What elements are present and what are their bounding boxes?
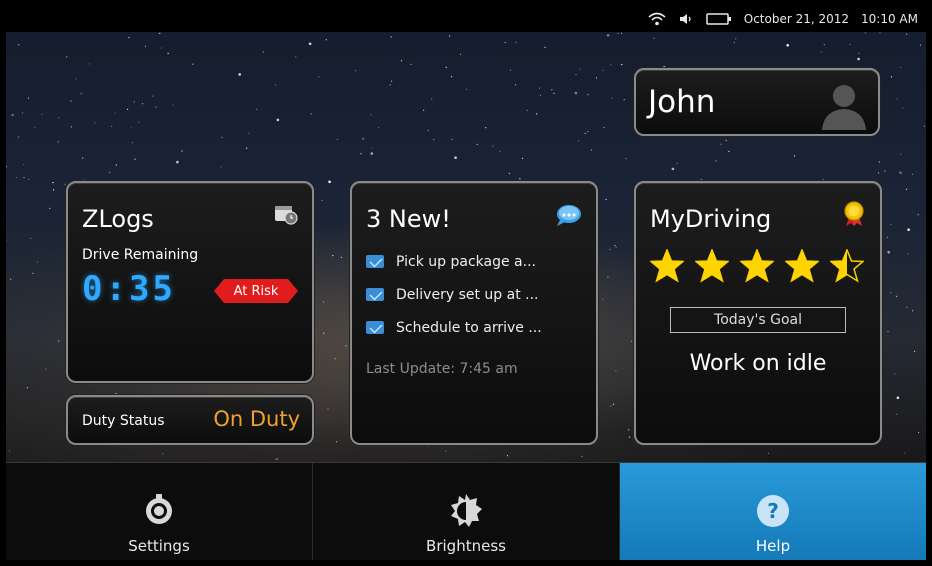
- duty-status-card[interactable]: Duty Status On Duty: [66, 395, 314, 445]
- at-risk-badge: At Risk: [214, 279, 298, 303]
- message-text: Pick up package a...: [396, 253, 536, 270]
- chat-bubble-icon: [554, 203, 582, 231]
- user-card[interactable]: John: [634, 68, 880, 136]
- settings-button[interactable]: Settings: [6, 463, 312, 560]
- drive-remaining-label: Drive Remaining: [82, 247, 199, 263]
- star-full-icon: [695, 249, 729, 283]
- mydriving-card[interactable]: MyDriving Today's Goal Work on idle: [634, 181, 882, 445]
- todays-goal-text: Work on idle: [689, 351, 827, 376]
- gear-icon: [141, 493, 177, 529]
- messages-card[interactable]: 3 New! Pick up package a... Delivery set…: [350, 181, 598, 445]
- duty-status-label: Duty Status: [82, 413, 165, 429]
- wifi-icon: [648, 12, 666, 26]
- svg-text:?: ?: [767, 499, 779, 523]
- star-full-icon: [785, 249, 819, 283]
- rating-stars: [650, 249, 864, 283]
- user-name: John: [648, 84, 716, 120]
- star-half-icon: [830, 249, 864, 283]
- zlogs-title: ZLogs: [82, 205, 154, 233]
- brightness-label: Brightness: [426, 537, 506, 555]
- message-item[interactable]: Schedule to arrive ...: [366, 311, 586, 344]
- help-button[interactable]: ? Help: [619, 463, 926, 560]
- drive-remaining-value: 0:35: [82, 269, 176, 309]
- status-time: 10:10 AM: [861, 12, 918, 26]
- star-full-icon: [650, 249, 684, 283]
- volume-icon: [678, 12, 694, 26]
- award-medal-icon: [842, 201, 866, 231]
- help-icon: ?: [755, 493, 791, 529]
- duty-status-value: On Duty: [213, 407, 300, 431]
- message-item[interactable]: Delivery set up at ...: [366, 278, 586, 311]
- zlogs-card[interactable]: ZLogs Drive Remaining 0:35 At Risk: [66, 181, 314, 383]
- brightness-button[interactable]: Brightness: [312, 463, 619, 560]
- status-bar: October 21, 2012 10:10 AM: [6, 6, 926, 32]
- settings-label: Settings: [128, 537, 190, 555]
- todays-goal-label: Today's Goal: [670, 307, 846, 333]
- person-silhouette-icon: [818, 80, 870, 134]
- envelope-icon: [366, 255, 384, 268]
- star-full-icon: [740, 249, 774, 283]
- message-item[interactable]: Pick up package a...: [366, 245, 586, 278]
- battery-icon: [706, 13, 732, 25]
- envelope-icon: [366, 321, 384, 334]
- mydriving-title: MyDriving: [650, 205, 772, 233]
- messages-title: 3 New!: [366, 205, 451, 233]
- last-update-text: Last Update: 7:45 am: [366, 361, 518, 377]
- bottom-nav-bar: Settings Brightness ? Help: [6, 462, 926, 560]
- message-text: Schedule to arrive ...: [396, 319, 542, 336]
- message-list: Pick up package a... Delivery set up at …: [366, 245, 586, 344]
- message-text: Delivery set up at ...: [396, 286, 539, 303]
- envelope-icon: [366, 288, 384, 301]
- calendar-clock-icon: [274, 203, 298, 229]
- status-date: October 21, 2012: [743, 12, 850, 26]
- brightness-icon: [448, 493, 484, 529]
- help-label: Help: [755, 537, 791, 555]
- device-screen: October 21, 2012 10:10 AM John ZLogs Dri…: [6, 6, 926, 560]
